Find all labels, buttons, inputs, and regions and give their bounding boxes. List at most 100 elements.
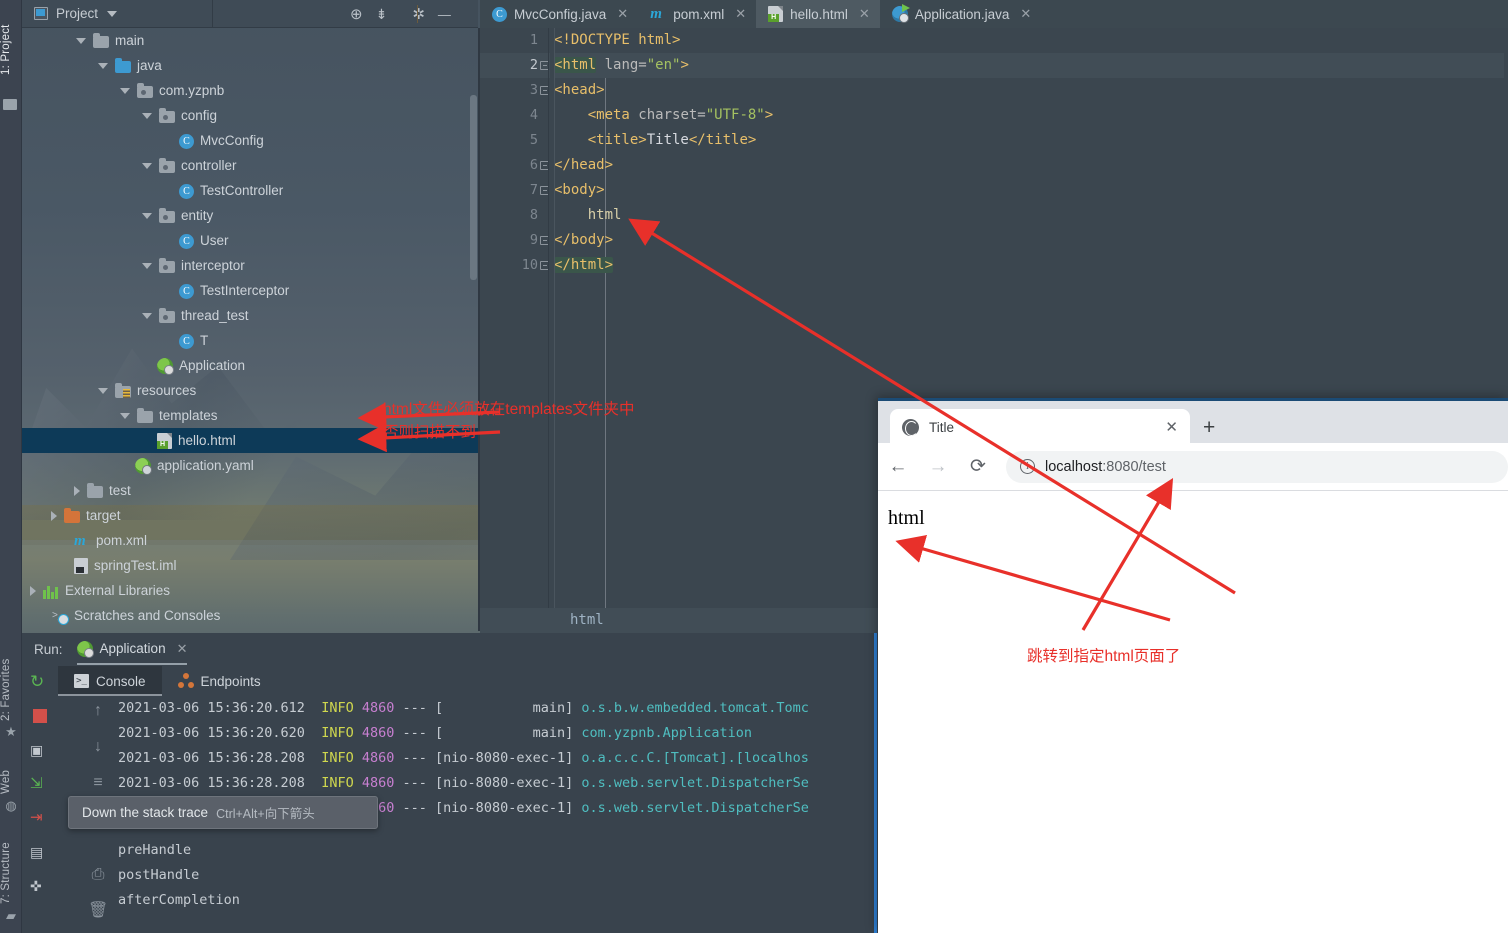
address-bar[interactable]: i localhost:8080/test (1006, 450, 1508, 483)
close-icon[interactable]: ✕ (859, 6, 870, 22)
tree-node-mvcconfig[interactable]: C MvcConfig (22, 128, 478, 153)
chevron-open-icon[interactable] (120, 412, 130, 419)
code-line-text: </html> (554, 257, 614, 273)
close-icon[interactable]: ✕ (1020, 6, 1031, 22)
new-tab-button[interactable]: + (1203, 417, 1215, 438)
chevron-open-icon[interactable] (142, 162, 152, 169)
tree-node-interceptor[interactable]: interceptor (22, 253, 478, 278)
project-folder-icon (3, 96, 19, 112)
sidebar-item-structure[interactable]: 7: Structure (0, 830, 22, 916)
tab-hello-html[interactable]: hello.html ✕ (756, 0, 880, 28)
close-icon[interactable]: ✕ (617, 6, 628, 22)
chevron-down-icon[interactable] (107, 10, 118, 17)
excluded-folder-icon (64, 507, 80, 523)
chevron-closed-icon[interactable] (51, 510, 57, 521)
chevron-closed-icon[interactable] (30, 585, 36, 596)
tab-pom-xml[interactable]: m pom.xml ✕ (638, 0, 756, 28)
browser-tab-title: Title (929, 420, 955, 435)
tree-node-main[interactable]: main (22, 28, 478, 53)
site-info-icon[interactable]: i (1020, 459, 1035, 474)
tree-node-external-libraries[interactable]: External Libraries (22, 578, 478, 603)
tree-node-target[interactable]: target (22, 503, 478, 528)
tab-label: Application.java (914, 6, 1010, 22)
tree-label: interceptor (181, 258, 245, 273)
java-class-icon: C (179, 333, 194, 349)
log-level: INFO (321, 750, 354, 766)
reload-button[interactable]: ⟳ (958, 457, 998, 476)
chevron-open-icon[interactable] (120, 87, 130, 94)
tree-node-com-yzpnb[interactable]: com.yzpnb (22, 78, 478, 103)
tree-node-springtest-iml[interactable]: springTest.iml (22, 553, 478, 578)
chevron-open-icon[interactable] (98, 62, 108, 69)
stop-icon[interactable] (30, 706, 50, 726)
down-the-stack-trace-icon[interactable]: ↓ (88, 737, 108, 757)
back-button[interactable]: ← (878, 457, 918, 476)
rerun-icon[interactable]: ↻ (30, 672, 50, 692)
close-icon[interactable]: ✕ (735, 6, 746, 22)
chevron-open-icon[interactable] (76, 37, 86, 44)
editor-breadcrumb: html (480, 608, 878, 633)
log-timestamp: 2021-03-06 15:36:20.612 (118, 700, 305, 716)
tree-node-pom-xml[interactable]: m pom.xml (22, 528, 478, 553)
console-line: 2021-03-06 15:36:20.612 INFO 4860 --- [ … (118, 696, 878, 721)
panel-divider[interactable] (478, 28, 480, 631)
settings-gear-icon[interactable]: ✲ (412, 7, 425, 22)
exit-icon[interactable]: ⇥ (30, 808, 50, 828)
tree-node-entity[interactable]: entity (22, 203, 478, 228)
log-dashes: --- (402, 775, 427, 791)
layout-settings-icon[interactable]: ▤ (30, 842, 50, 862)
log-thread: [nio-8080-exec-1] (435, 775, 574, 791)
tree-node-java[interactable]: java (22, 53, 478, 78)
tree-node-application[interactable]: Application (22, 353, 478, 378)
chevron-open-icon[interactable] (98, 387, 108, 394)
run-left-toolbar: ↻ ▣ ⇲ ⇥ ▤ ✜ (22, 666, 58, 933)
tree-node-testinterceptor[interactable]: C TestInterceptor (22, 278, 478, 303)
console-line: 2021-03-06 15:36:20.620 INFO 4860 --- [ … (118, 721, 878, 746)
tab-application-java[interactable]: Application.java ✕ (880, 0, 1041, 28)
tree-node-application-yaml[interactable]: application.yaml (22, 453, 478, 478)
minimize-icon[interactable]: — (438, 8, 451, 21)
tree-node-scratches[interactable]: >_ Scratches and Consoles (22, 603, 478, 628)
chevron-open-icon[interactable] (142, 212, 152, 219)
collapse-all-icon[interactable]: ⇟ (376, 7, 388, 21)
code-text[interactable]: <!DOCTYPE html> <html lang="en"> <head> … (554, 28, 1504, 278)
project-tree[interactable]: main java com.yzpnb config C MvcConfig c… (22, 28, 478, 631)
forward-button[interactable]: → (918, 457, 958, 476)
tree-node-thread-test[interactable]: thread_test (22, 303, 478, 328)
print-icon[interactable]: ⎙ (88, 865, 108, 885)
locate-target-icon[interactable]: ⊕ (350, 7, 363, 22)
tree-node-user[interactable]: C User (22, 228, 478, 253)
url-text: localhost:8080/test (1045, 459, 1166, 475)
code-line-text: <head> (554, 82, 605, 98)
spring-boot-icon (157, 357, 174, 375)
project-tree-scrollbar[interactable] (470, 95, 477, 280)
code-line: </body> (554, 228, 1504, 253)
pin-icon[interactable]: ✜ (30, 876, 50, 896)
tree-node-config[interactable]: config (22, 103, 478, 128)
chevron-open-icon[interactable] (142, 262, 152, 269)
tree-node-controller[interactable]: controller (22, 153, 478, 178)
close-icon[interactable]: ✕ (177, 641, 188, 657)
browser-tab[interactable]: Title ✕ (890, 409, 1190, 446)
up-the-stack-trace-icon[interactable]: ↑ (88, 701, 108, 721)
tab-console[interactable]: >_ Console (58, 666, 162, 696)
chevron-open-icon[interactable] (142, 312, 152, 319)
tree-node-test[interactable]: test (22, 478, 478, 503)
tree-node-t[interactable]: C T (22, 328, 478, 353)
close-icon[interactable]: ✕ (1165, 420, 1178, 435)
tab-mvcconfig-java[interactable]: C MvcConfig.java ✕ (480, 0, 638, 28)
clear-all-trash-icon[interactable]: 🗑 (88, 901, 108, 921)
run-configuration-tab[interactable]: Application ✕ (76, 640, 188, 665)
chevron-open-icon[interactable] (142, 112, 152, 119)
soft-wrap-icon[interactable]: ≡ (88, 773, 108, 793)
spring-boot-icon (76, 640, 94, 658)
screenshot-camera-icon[interactable]: ▣ (30, 740, 50, 760)
sidebar-item-project[interactable]: 1: Project (0, 8, 22, 92)
tab-endpoints[interactable]: Endpoints (162, 666, 277, 696)
code-folding-gutter[interactable] (540, 28, 606, 608)
sub-tab-label: Endpoints (200, 673, 261, 689)
chevron-closed-icon[interactable] (74, 485, 80, 496)
console-scrollbar[interactable] (874, 633, 877, 933)
thread-dump-icon[interactable]: ⇲ (30, 774, 50, 794)
tree-node-testcontroller[interactable]: C TestController (22, 178, 478, 203)
